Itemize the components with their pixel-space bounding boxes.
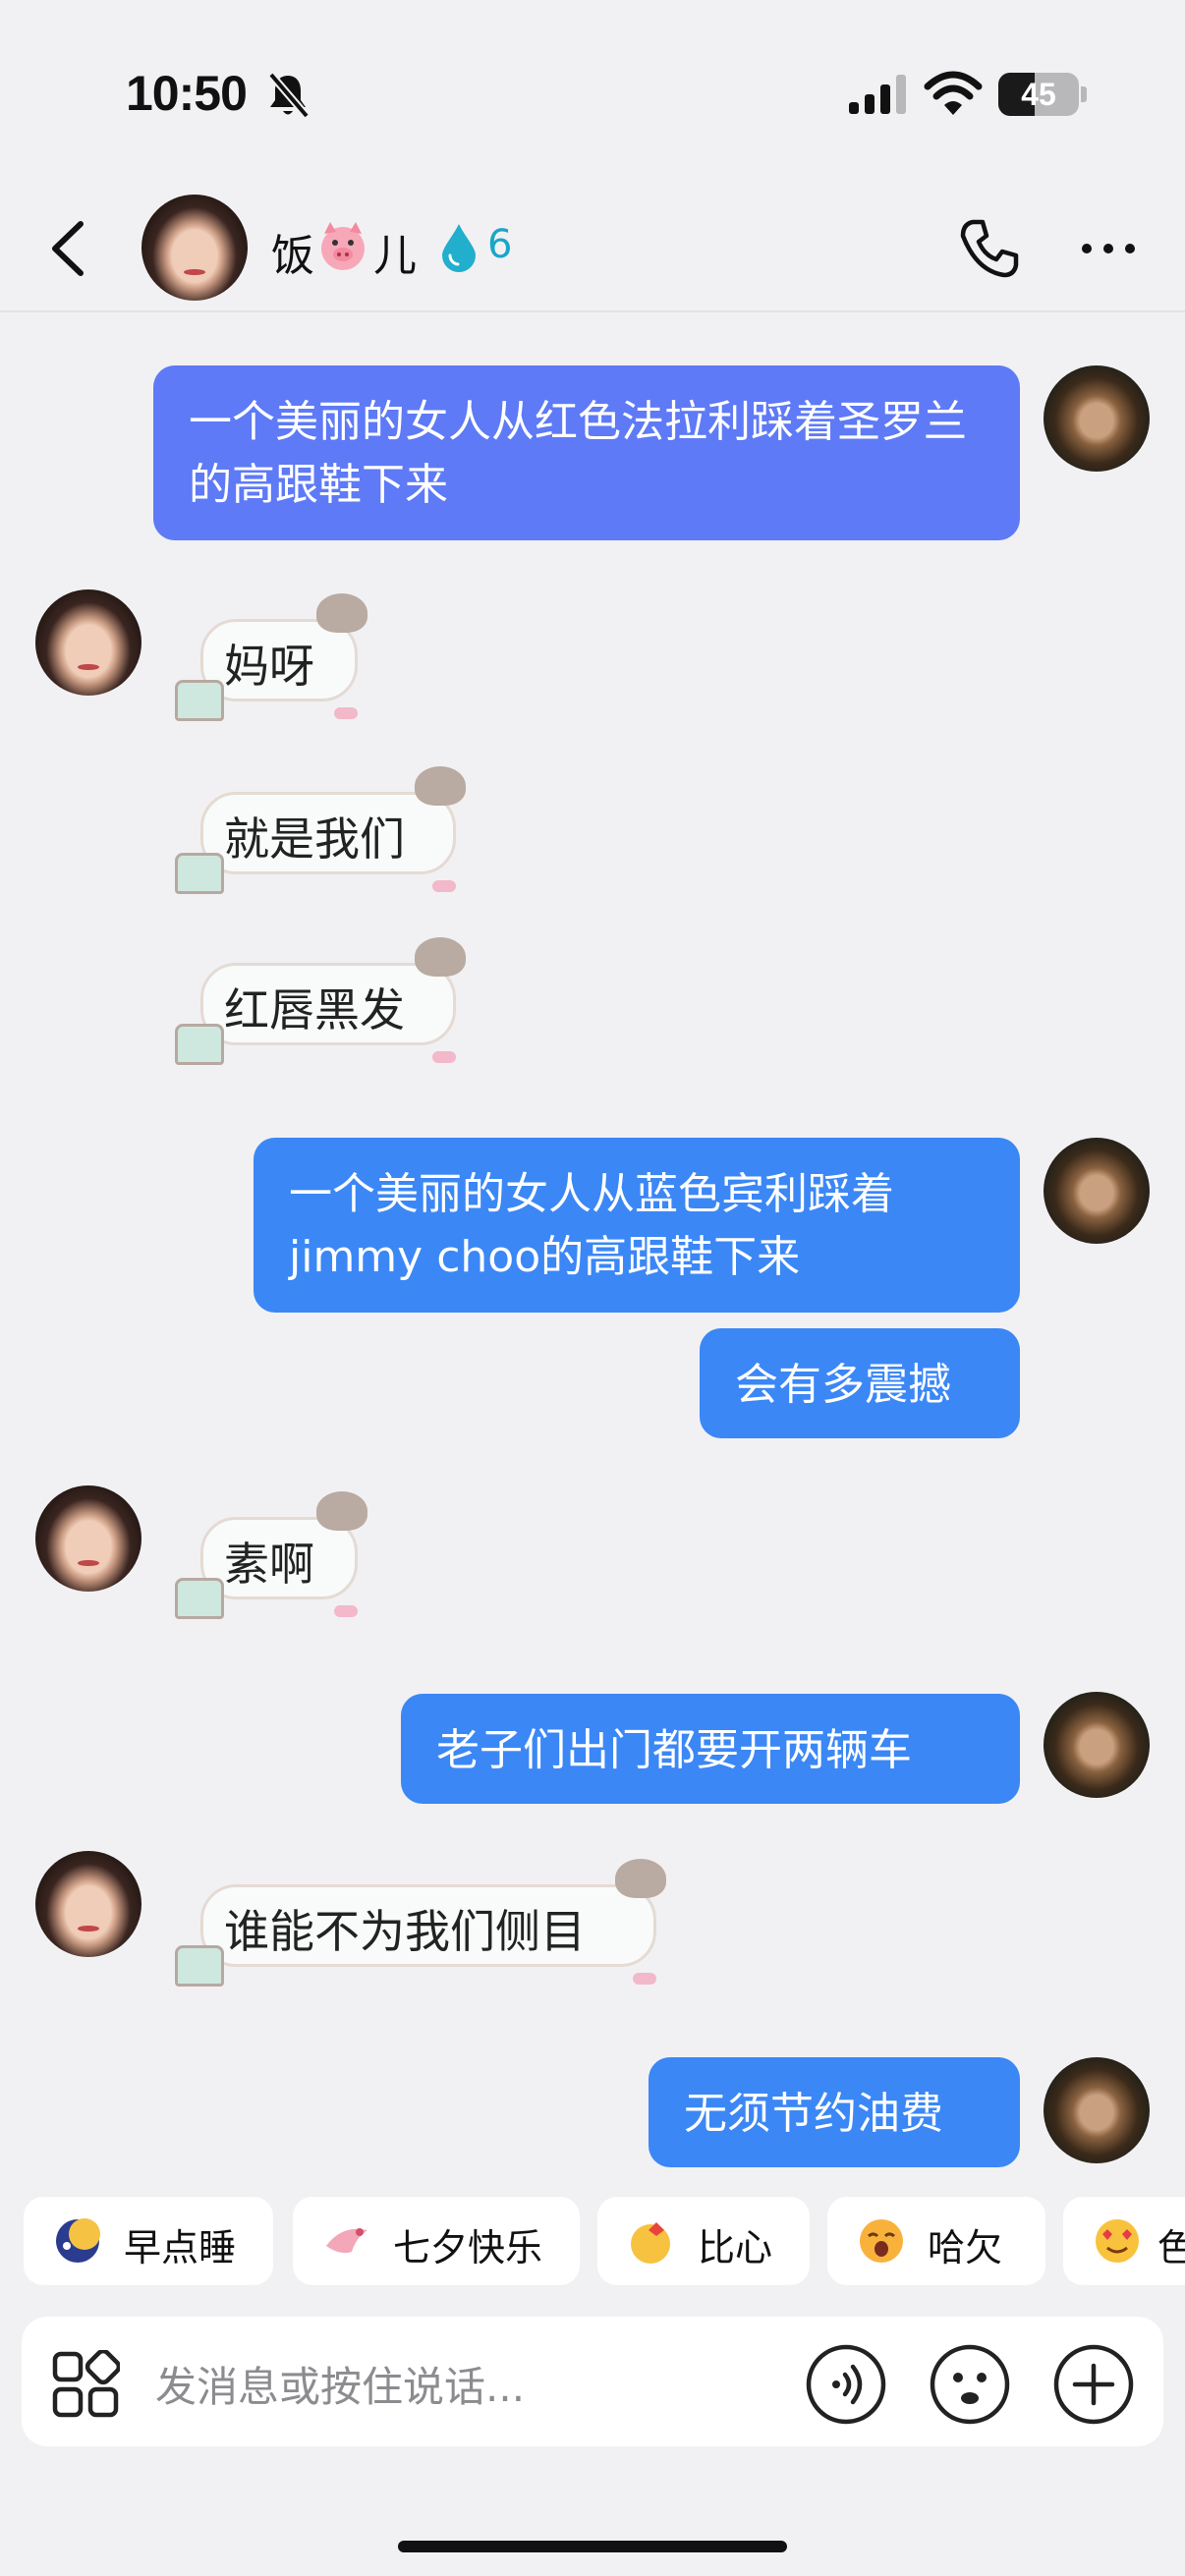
sticker-hamster-icon	[615, 1859, 666, 1898]
voice-input-icon[interactable]	[804, 2342, 888, 2427]
cellular-signal-icon	[849, 75, 906, 114]
message-text: 妈呀	[224, 640, 314, 693]
wifi-icon	[924, 71, 983, 115]
sticker-cake-icon	[175, 853, 224, 894]
pig-face-icon	[321, 222, 365, 270]
phone-call-icon[interactable]	[959, 218, 1020, 279]
intimacy-count: 6	[487, 222, 513, 267]
my-avatar[interactable]	[1044, 365, 1150, 472]
status-time: 10:50	[126, 66, 248, 121]
apps-grid-icon[interactable]	[51, 2350, 120, 2419]
quick-reply-chip[interactable]: 哈欠	[827, 2197, 1045, 2285]
sticker-hamster-icon	[415, 766, 466, 806]
yawn-face-icon	[860, 2219, 903, 2263]
sticker-hamster-icon	[316, 593, 367, 633]
battery-cap	[1081, 86, 1087, 102]
battery-percent: 45	[1021, 77, 1056, 112]
message-text: 谁能不为我们侧目	[224, 1905, 586, 1958]
message-text: 一个美丽的女人从红色法拉利踩着圣罗兰的高跟鞋下来	[189, 397, 967, 510]
message-text: 素啊	[224, 1538, 314, 1591]
contact-avatar[interactable]	[35, 1485, 141, 1592]
sticker-bubble-received[interactable]: 素啊	[173, 1491, 377, 1619]
more-options-icon[interactable]	[1079, 240, 1138, 257]
sticker-bow-icon	[432, 880, 456, 892]
message-bubble-sent[interactable]: 老子们出门都要开两辆车	[401, 1694, 1020, 1804]
contact-avatar[interactable]	[35, 589, 141, 696]
sticker-bow-icon	[633, 1973, 656, 1985]
sticker-cake-icon	[175, 1024, 224, 1065]
sticker-hamster-icon	[316, 1491, 367, 1531]
message-bubble-sent[interactable]: 一个美丽的女人从红色法拉利踩着圣罗兰的高跟鞋下来	[153, 365, 1020, 540]
quick-reply-chip[interactable]: 比心	[597, 2197, 810, 2285]
moon-sleep-icon	[56, 2218, 100, 2263]
sticker-bubble-received[interactable]: 就是我们	[173, 766, 476, 894]
finger-heart-icon	[631, 2222, 670, 2264]
message-text: 就是我们	[224, 812, 405, 866]
contact-name-prefix[interactable]: 饭	[271, 220, 314, 283]
sticker-bow-icon	[334, 707, 358, 719]
message-text: 无须节约油费	[684, 2089, 943, 2139]
home-indicator[interactable]	[398, 2541, 787, 2552]
sticker-cake-icon	[175, 680, 224, 721]
chip-label: 色	[1157, 2226, 1185, 2269]
sticker-cake-icon	[175, 1578, 224, 1619]
quick-reply-chip[interactable]: 早点睡	[24, 2197, 273, 2285]
water-drop-icon	[442, 224, 476, 272]
my-avatar[interactable]	[1044, 1692, 1150, 1798]
contact-avatar[interactable]	[35, 1851, 141, 1957]
bell-muted-icon	[267, 72, 310, 119]
quick-reply-chip[interactable]: 色	[1063, 2197, 1185, 2285]
contact-avatar[interactable]	[141, 195, 248, 301]
sticker-hamster-icon	[415, 937, 466, 977]
chip-label: 哈欠	[928, 2226, 1003, 2269]
sticker-bubble-received[interactable]: 妈呀	[173, 593, 377, 721]
heart-eyes-icon	[1096, 2219, 1139, 2263]
chip-label: 七夕快乐	[393, 2226, 543, 2269]
emoji-icon[interactable]	[928, 2342, 1012, 2427]
sticker-cake-icon	[175, 1945, 224, 1987]
back-arrow-icon[interactable]	[47, 218, 90, 279]
message-input[interactable]	[153, 2356, 786, 2417]
chip-label: 早点睡	[124, 2226, 237, 2269]
plus-icon[interactable]	[1051, 2342, 1136, 2427]
battery-indicator: 45	[998, 73, 1079, 116]
chip-label: 比心	[698, 2226, 773, 2269]
contact-name-suffix[interactable]: 儿	[373, 220, 417, 283]
message-text: 老子们出门都要开两辆车	[436, 1725, 912, 1775]
my-avatar[interactable]	[1044, 2057, 1150, 2163]
magpie-icon	[326, 2228, 367, 2254]
message-text: 红唇黑发	[224, 983, 405, 1036]
quick-reply-chip[interactable]: 七夕快乐	[293, 2197, 580, 2285]
message-text: 会有多震撼	[735, 1360, 951, 1410]
sticker-bow-icon	[432, 1051, 456, 1063]
message-bubble-sent[interactable]: 一个美丽的女人从蓝色宾利踩着jimmy choo的高跟鞋下来	[254, 1138, 1020, 1313]
sticker-bubble-received[interactable]: 红唇黑发	[173, 937, 476, 1065]
message-text: 一个美丽的女人从蓝色宾利踩着jimmy choo的高跟鞋下来	[289, 1169, 894, 1282]
sticker-bubble-received[interactable]: 谁能不为我们侧目	[173, 1859, 676, 1987]
my-avatar[interactable]	[1044, 1138, 1150, 1244]
message-bubble-sent[interactable]: 会有多震撼	[700, 1328, 1020, 1438]
message-bubble-sent[interactable]: 无须节约油费	[649, 2057, 1020, 2167]
sticker-bow-icon	[334, 1605, 358, 1617]
